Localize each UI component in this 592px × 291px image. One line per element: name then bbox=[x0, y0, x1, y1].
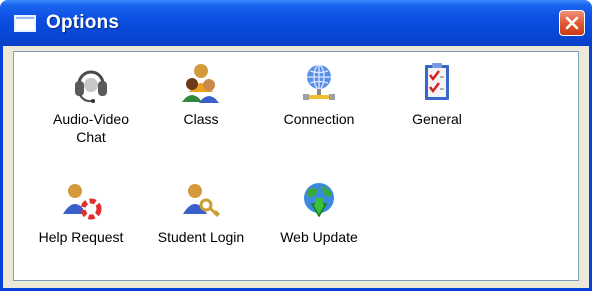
options-window: Options Audio-Video Chat Class Connectio… bbox=[0, 0, 592, 291]
network-globe-icon bbox=[303, 64, 335, 100]
option-label: General bbox=[412, 111, 462, 127]
headset-icon bbox=[75, 70, 107, 103]
option-connection[interactable]: Connection bbox=[260, 62, 378, 128]
option-label: Class bbox=[183, 111, 219, 127]
option-label: Audio-Video Chat bbox=[52, 111, 130, 145]
option-label: Connection bbox=[283, 111, 355, 127]
title-bar[interactable]: Options bbox=[0, 0, 592, 46]
option-class[interactable]: Class bbox=[142, 62, 260, 128]
users-group-icon bbox=[182, 64, 219, 103]
window-icon bbox=[14, 15, 36, 32]
lifebuoy-user-icon bbox=[63, 184, 102, 220]
option-label: Help Request bbox=[38, 229, 124, 245]
options-icon-panel: Audio-Video Chat Class Connection Genera… bbox=[13, 51, 579, 281]
option-student-login[interactable]: Student Login bbox=[142, 180, 260, 246]
option-audio-video-chat[interactable]: Audio-Video Chat bbox=[32, 62, 150, 146]
option-general[interactable]: General bbox=[378, 62, 496, 128]
close-button[interactable] bbox=[559, 10, 585, 36]
checklist-icon bbox=[425, 63, 449, 100]
option-web-update[interactable]: Web Update bbox=[260, 180, 378, 246]
option-label: Student Login bbox=[157, 229, 245, 245]
globe-update-icon bbox=[304, 183, 334, 218]
key-user-icon bbox=[183, 184, 221, 218]
option-help-request[interactable]: Help Request bbox=[22, 180, 140, 246]
option-label: Web Update bbox=[280, 229, 358, 245]
close-icon bbox=[565, 16, 579, 30]
window-title: Options bbox=[46, 12, 120, 33]
